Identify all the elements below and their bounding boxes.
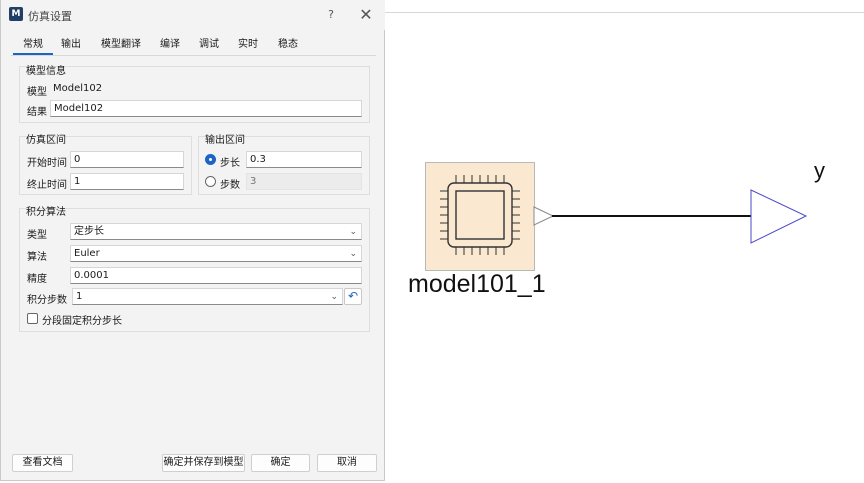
connection-line[interactable] <box>552 215 751 217</box>
tab-output[interactable]: 输出 <box>61 37 81 55</box>
view-docs-button[interactable]: 查看文档 <box>12 454 73 472</box>
simulation-settings-dialog: M 仿真设置 ? ✕ 常规 输出 模型翻译 编译 调试 实时 稳态 模型信息 模… <box>0 0 385 481</box>
output-interval-title: 输出区间 <box>205 135 245 146</box>
model-block[interactable] <box>425 162 535 271</box>
dialog-title: 仿真设置 <box>28 10 72 23</box>
ok-button[interactable]: 确定 <box>251 454 310 472</box>
undo-icon[interactable]: ↶ <box>344 288 362 305</box>
chip-icon <box>440 175 520 255</box>
canvas-top-border <box>384 12 864 13</box>
help-button[interactable]: ? <box>323 6 339 24</box>
tab-debug[interactable]: 调试 <box>199 37 219 55</box>
stop-time-input[interactable]: 1 <box>70 173 184 190</box>
tabs-divider <box>11 55 376 56</box>
segment-step-label: 分段固定积分步长 <box>42 316 122 327</box>
precision-label: 精度 <box>27 274 47 285</box>
chevron-down-icon: ⌄ <box>330 292 338 302</box>
type-label: 类型 <box>27 230 47 241</box>
start-time-input[interactable]: 0 <box>70 151 184 168</box>
block-name-label: model101_1 <box>408 270 546 298</box>
algorithm-select-value: Euler <box>74 248 100 259</box>
tab-model-translate[interactable]: 模型翻译 <box>101 37 141 55</box>
algorithm-label: 算法 <box>27 252 47 263</box>
type-select[interactable]: 定步长 ⌄ <box>70 223 362 240</box>
model-label: 模型 <box>27 87 47 98</box>
chevron-down-icon: ⌄ <box>349 227 357 237</box>
step-size-radio[interactable] <box>205 154 216 165</box>
algorithm-select[interactable]: Euler ⌄ <box>70 245 362 262</box>
outport-triangle[interactable] <box>750 189 808 245</box>
step-count-label: 步数 <box>220 180 240 191</box>
dialog-titlebar[interactable]: M 仿真设置 ? ✕ <box>1 0 385 30</box>
cancel-button[interactable]: 取消 <box>317 454 377 472</box>
model-value: Model102 <box>53 83 103 94</box>
tab-realtime[interactable]: 实时 <box>238 37 258 55</box>
model-info-title: 模型信息 <box>26 66 66 77</box>
steps-combobox[interactable]: 1 ⌄ <box>72 288 343 305</box>
result-input[interactable]: Model102 <box>50 100 362 117</box>
save-to-model-button[interactable]: 确定并保存到模型 <box>162 454 245 472</box>
stop-time-label: 终止时间 <box>27 180 67 191</box>
start-time-label: 开始时间 <box>27 158 67 169</box>
precision-input[interactable]: 0.0001 <box>70 267 362 284</box>
type-select-value: 定步长 <box>74 226 104 237</box>
step-count-input[interactable]: 3 <box>246 173 362 190</box>
close-button[interactable]: ✕ <box>357 6 375 24</box>
steps-label: 积分步数 <box>27 295 67 306</box>
chevron-down-icon: ⌄ <box>349 249 357 259</box>
tab-steady-state[interactable]: 稳态 <box>278 37 298 55</box>
steps-combobox-value: 1 <box>76 291 83 302</box>
tab-compile[interactable]: 编译 <box>160 37 180 55</box>
output-label: y <box>814 158 825 183</box>
step-size-label: 步长 <box>220 158 240 169</box>
segment-step-checkbox[interactable] <box>27 313 38 324</box>
app-logo-icon: M <box>9 7 23 21</box>
sim-interval-title: 仿真区间 <box>26 135 66 146</box>
integration-title: 积分算法 <box>26 207 66 218</box>
step-count-radio[interactable] <box>205 176 216 187</box>
step-size-input[interactable]: 0.3 <box>246 151 362 168</box>
result-label: 结果 <box>27 107 47 118</box>
